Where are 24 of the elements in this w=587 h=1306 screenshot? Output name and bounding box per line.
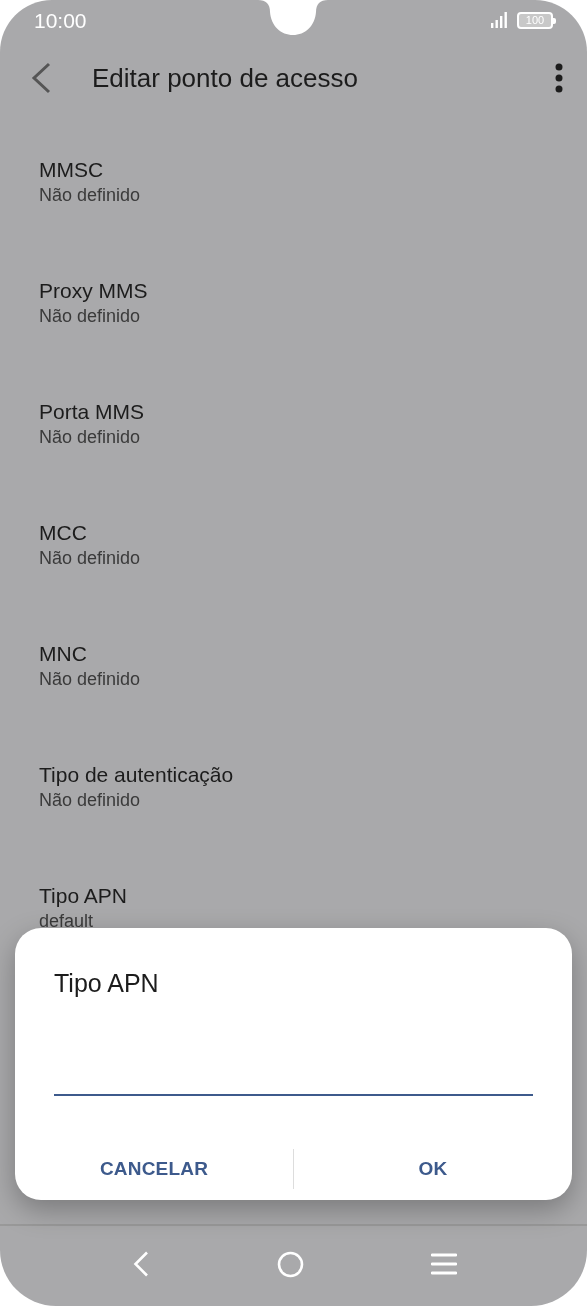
more-options-icon[interactable] xyxy=(555,63,563,93)
setting-value: Não definido xyxy=(39,426,141,449)
setting-title: Porta MMS xyxy=(39,399,145,425)
setting-title: MMSC xyxy=(39,157,104,183)
back-icon[interactable] xyxy=(30,62,52,94)
signal-icon xyxy=(491,12,508,28)
home-icon[interactable] xyxy=(276,1250,304,1278)
menu-icon[interactable] xyxy=(431,1253,457,1275)
setting-value: Não definido xyxy=(39,184,141,207)
setting-title: Tipo de autenticação xyxy=(39,762,234,788)
setting-value: Não definido xyxy=(39,668,141,691)
setting-value: Não definido xyxy=(39,789,141,812)
dialog-button[interactable]: CANCELAR xyxy=(15,1146,293,1192)
dialog-button[interactable]: OK xyxy=(294,1146,572,1192)
clock-time: 10:00 xyxy=(34,9,87,33)
dialog-title: Tipo APN xyxy=(54,968,159,998)
setting-title: MNC xyxy=(39,641,87,667)
setting-title: MCC xyxy=(39,520,87,546)
setting-value: default xyxy=(39,910,94,933)
setting-title: Tipo APN xyxy=(39,883,127,909)
screen-title: Editar ponto de acesso xyxy=(92,62,358,94)
setting-value: Não definido xyxy=(39,547,141,570)
setting-value: Não definido xyxy=(39,305,141,328)
setting-title: Proxy MMS xyxy=(39,278,148,304)
